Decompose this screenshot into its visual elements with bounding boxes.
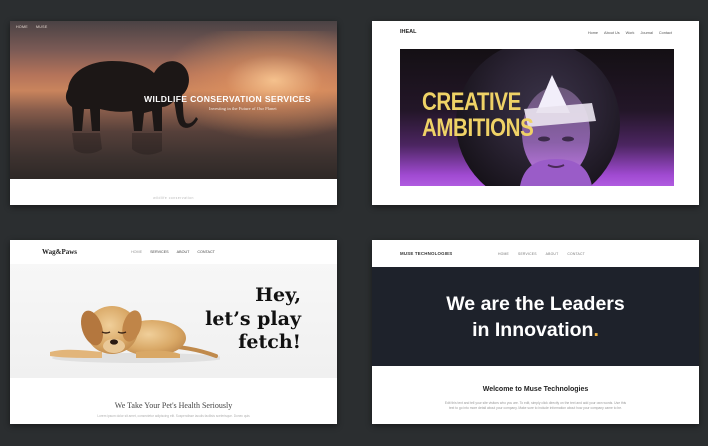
muse-hero: We are the Leaders in Innovation. <box>372 267 699 366</box>
wagpaws-logo[interactable]: Wag&Paws <box>42 248 77 256</box>
template-card-wag-paws[interactable]: Wag&Paws HOME SERVICES ABOUT CONTACT Hey… <box>10 240 337 424</box>
headline-line: fetch! <box>238 331 301 353</box>
nav-item[interactable]: Work <box>626 31 635 35</box>
nav-item[interactable]: About Us <box>604 31 620 35</box>
nav-item[interactable]: HOME <box>16 25 28 29</box>
muse-welcome-title: Welcome to Muse Technologies <box>482 386 589 393</box>
muse-header: MUSE TECHNOLOGIES HOME SERVICES ABOUT CO… <box>372 240 699 267</box>
nav-item[interactable]: Home <box>588 31 598 35</box>
template-card-wildlife[interactable]: HOME MUSE WILDLIFE CONSERVATION SERVICES… <box>10 21 337 205</box>
section-text: Lorem ipsum dolor sit amet, consectetur … <box>97 414 250 418</box>
creative-headline: CREATIVE AMBITIONS <box>422 88 534 142</box>
wildlife-footer: wildlife conservation <box>10 179 337 205</box>
muse-logo[interactable]: MUSE TECHNOLOGIES <box>400 251 452 256</box>
muse-welcome-text: Edit this text and tell your site visito… <box>444 401 627 411</box>
template-card-muse[interactable]: MUSE TECHNOLOGIES HOME SERVICES ABOUT CO… <box>372 240 699 424</box>
headline-line: let’s play <box>205 307 301 330</box>
headline-line: We are the Leaders <box>446 293 625 315</box>
muse-nav: HOME SERVICES ABOUT CONTACT <box>498 252 585 256</box>
nav-item[interactable]: Journal <box>640 31 652 35</box>
creative-nav: Home About Us Work Journal Contact <box>588 31 672 35</box>
nav-item[interactable]: SERVICES <box>150 250 169 254</box>
nav-item[interactable]: Contact <box>659 31 672 35</box>
creative-logo[interactable]: IHEAL <box>400 29 417 35</box>
muse-headline: We are the Leaders in Innovation. <box>372 291 699 343</box>
muse-body: Welcome to Muse Technologies Edit this t… <box>372 366 699 424</box>
headline-line: in Innovation. <box>372 317 699 343</box>
nav-item[interactable]: CONTACT <box>197 250 215 254</box>
nav-item[interactable]: MUSE <box>36 25 48 29</box>
wildlife-nav: HOME MUSE <box>16 25 48 29</box>
creative-hero: CREATIVE AMBITIONS <box>400 49 674 186</box>
accent-dot: . <box>593 319 599 341</box>
nav-item[interactable]: HOME <box>131 250 142 254</box>
nav-item[interactable]: SERVICES <box>518 252 537 256</box>
puppy-image <box>50 306 220 363</box>
nav-item[interactable]: ABOUT <box>177 250 190 254</box>
headline-line: AMBITIONS <box>422 114 534 142</box>
wagpaws-headline: Hey, let’s play fetch! <box>196 284 301 355</box>
wagpaws-header: Wag&Paws HOME SERVICES ABOUT CONTACT <box>10 240 337 264</box>
nav-item[interactable]: HOME <box>498 252 509 256</box>
wildlife-hero: HOME MUSE WILDLIFE CONSERVATION SERVICES… <box>10 21 337 179</box>
nav-item[interactable]: ABOUT <box>546 252 559 256</box>
template-card-creative[interactable]: IHEAL Home About Us Work Journal Contact <box>372 21 699 205</box>
headline-line: Hey, <box>255 284 301 306</box>
wagpaws-nav: HOME SERVICES ABOUT CONTACT <box>131 250 215 254</box>
headline-text: in Innovation <box>472 319 594 341</box>
headline-line: CREATIVE <box>422 88 521 116</box>
wildlife-subtitle: Investing in the Future of Our Planet <box>209 106 277 111</box>
section-title: We Take Your Pet's Health Seriously <box>114 401 233 410</box>
elephant-silhouette <box>65 61 198 155</box>
wagpaws-section: We Take Your Pet's Health Seriously Lore… <box>10 378 337 424</box>
wildlife-title: WILDLIFE CONSERVATION SERVICES <box>144 94 311 104</box>
wildlife-footer-text: wildlife conservation <box>153 196 194 200</box>
nav-item[interactable]: CONTACT <box>567 252 585 256</box>
